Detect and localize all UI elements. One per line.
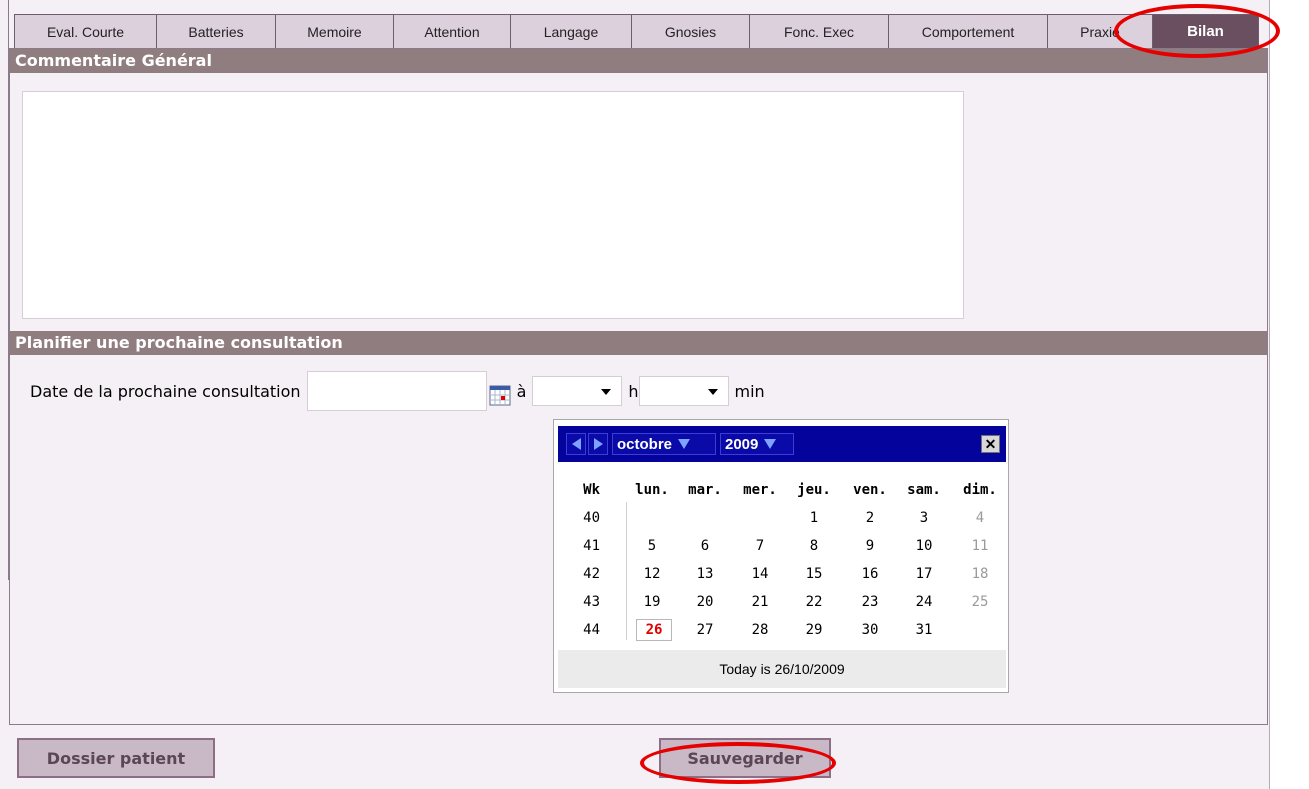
calendar-day[interactable]: 17 (898, 560, 950, 588)
patient-file-button[interactable]: Dossier patient (17, 738, 215, 778)
calendar-week-row: 44 26 27 28 29 30 31 (554, 616, 1010, 644)
tab-praxie[interactable]: Praxie (1047, 14, 1153, 48)
calendar-day[interactable]: 31 (898, 616, 950, 644)
weekday-header: lun. (635, 482, 669, 498)
minute-select[interactable] (638, 376, 729, 406)
tab-attention[interactable]: Attention (393, 14, 511, 48)
year-select[interactable]: 2009 (720, 433, 794, 455)
tab-comportement[interactable]: Comportement (888, 14, 1048, 48)
calendar-icon[interactable] (489, 384, 511, 406)
calendar-day[interactable]: 23 (844, 588, 896, 616)
calendar-day[interactable]: 7 (734, 532, 786, 560)
arrow-left-icon[interactable] (566, 433, 586, 455)
week-number: 42 (583, 566, 600, 582)
week-number: 40 (583, 510, 600, 526)
calendar-day[interactable]: 10 (898, 532, 950, 560)
section-next-consultation-header: Planifier une prochaine consultation (10, 331, 1267, 355)
calendar-day[interactable]: 15 (788, 560, 840, 588)
month-select[interactable]: octobre (612, 433, 716, 455)
tab-batteries[interactable]: Batteries (156, 14, 276, 48)
date-picker-popup: octobre 2009 ✕ Wk lun. mar. mer. jeu. ven. sam… (553, 419, 1009, 693)
next-consultation-row: Date de la prochaine consultation à h mi… (30, 371, 771, 411)
week-column-divider (626, 502, 627, 640)
week-header: Wk (583, 482, 600, 498)
calendar-day[interactable]: 9 (844, 532, 896, 560)
calendar-week-row: 40 1 2 3 4 (554, 504, 1010, 532)
week-number: 44 (583, 622, 600, 638)
week-number: 41 (583, 538, 600, 554)
date-input[interactable] (306, 371, 487, 411)
chevron-down-icon (601, 389, 612, 395)
at-label: à (516, 381, 527, 401)
chevron-down-icon (764, 439, 777, 449)
calendar-day[interactable]: 12 (626, 560, 678, 588)
section-general-comment-header: Commentaire Général (10, 49, 1267, 73)
calendar-header: octobre 2009 ✕ (558, 426, 1006, 462)
calendar-day[interactable]: 6 (679, 532, 731, 560)
calendar-day[interactable]: 22 (788, 588, 840, 616)
calendar-day[interactable]: 26 (636, 619, 672, 641)
chevron-down-icon (678, 439, 691, 449)
tab-fonc-exec[interactable]: Fonc. Exec (749, 14, 889, 48)
calendar-day[interactable]: 19 (626, 588, 678, 616)
calendar-day[interactable]: 13 (679, 560, 731, 588)
calendar-day[interactable]: 18 (954, 560, 1006, 588)
calendar-today-footer[interactable]: Today is 26/10/2009 (558, 650, 1006, 688)
calendar-day[interactable]: 20 (679, 588, 731, 616)
calendar-day[interactable]: 21 (734, 588, 786, 616)
month-label: octobre (617, 435, 673, 453)
calendar-week-row: 42 12 13 14 15 16 17 18 (554, 560, 1010, 588)
weekday-header: mar. (688, 482, 722, 498)
calendar-day[interactable]: 4 (954, 504, 1006, 532)
chevron-down-icon (707, 389, 718, 395)
calendar-weekday-header: Wk lun. mar. mer. jeu. ven. sam. dim. (554, 476, 1010, 504)
calendar-day[interactable]: 16 (844, 560, 896, 588)
calendar-day[interactable]: 14 (734, 560, 786, 588)
calendar-day[interactable]: 29 (788, 616, 840, 644)
tab-memoire[interactable]: Memoire (275, 14, 394, 48)
calendar-day[interactable]: 1 (788, 504, 840, 532)
calendar-week-row: 41 5 6 7 8 9 10 11 (554, 532, 1010, 560)
tab-gnosies[interactable]: Gnosies (631, 14, 750, 48)
arrow-right-icon[interactable] (588, 433, 608, 455)
calendar-day[interactable]: 28 (734, 616, 786, 644)
calendar-day[interactable]: 24 (898, 588, 950, 616)
weekday-header: dim. (963, 482, 997, 498)
calendar-day[interactable]: 3 (898, 504, 950, 532)
calendar-day[interactable]: 2 (844, 504, 896, 532)
hour-select[interactable] (532, 376, 623, 406)
weekday-header: jeu. (797, 482, 831, 498)
calendar-day[interactable]: 5 (626, 532, 678, 560)
save-button[interactable]: Sauvegarder (659, 738, 831, 778)
minute-label: min (734, 381, 765, 401)
hour-label: h (628, 381, 639, 401)
weekday-header: sam. (907, 482, 941, 498)
date-label: Date de la prochaine consultation (30, 381, 301, 401)
calendar-day[interactable]: 27 (679, 616, 731, 644)
week-number: 43 (583, 594, 600, 610)
calendar-week-row: 43 19 20 21 22 23 24 25 (554, 588, 1010, 616)
calendar-day[interactable]: 8 (788, 532, 840, 560)
weekday-header: mer. (743, 482, 777, 498)
weekday-header: ven. (853, 482, 887, 498)
tab-bilan[interactable]: Bilan (1152, 14, 1259, 48)
tab-strip: Eval. Courte Batteries Memoire Attention… (14, 14, 1259, 48)
calendar-day[interactable]: 25 (954, 588, 1006, 616)
tab-langage[interactable]: Langage (510, 14, 632, 48)
calendar-day[interactable]: 11 (954, 532, 1006, 560)
close-icon[interactable]: ✕ (981, 435, 1000, 453)
year-label: 2009 (725, 435, 759, 453)
calendar-day[interactable]: 30 (844, 616, 896, 644)
tab-eval-courte[interactable]: Eval. Courte (14, 14, 157, 48)
general-comment-textarea[interactable] (22, 91, 964, 319)
